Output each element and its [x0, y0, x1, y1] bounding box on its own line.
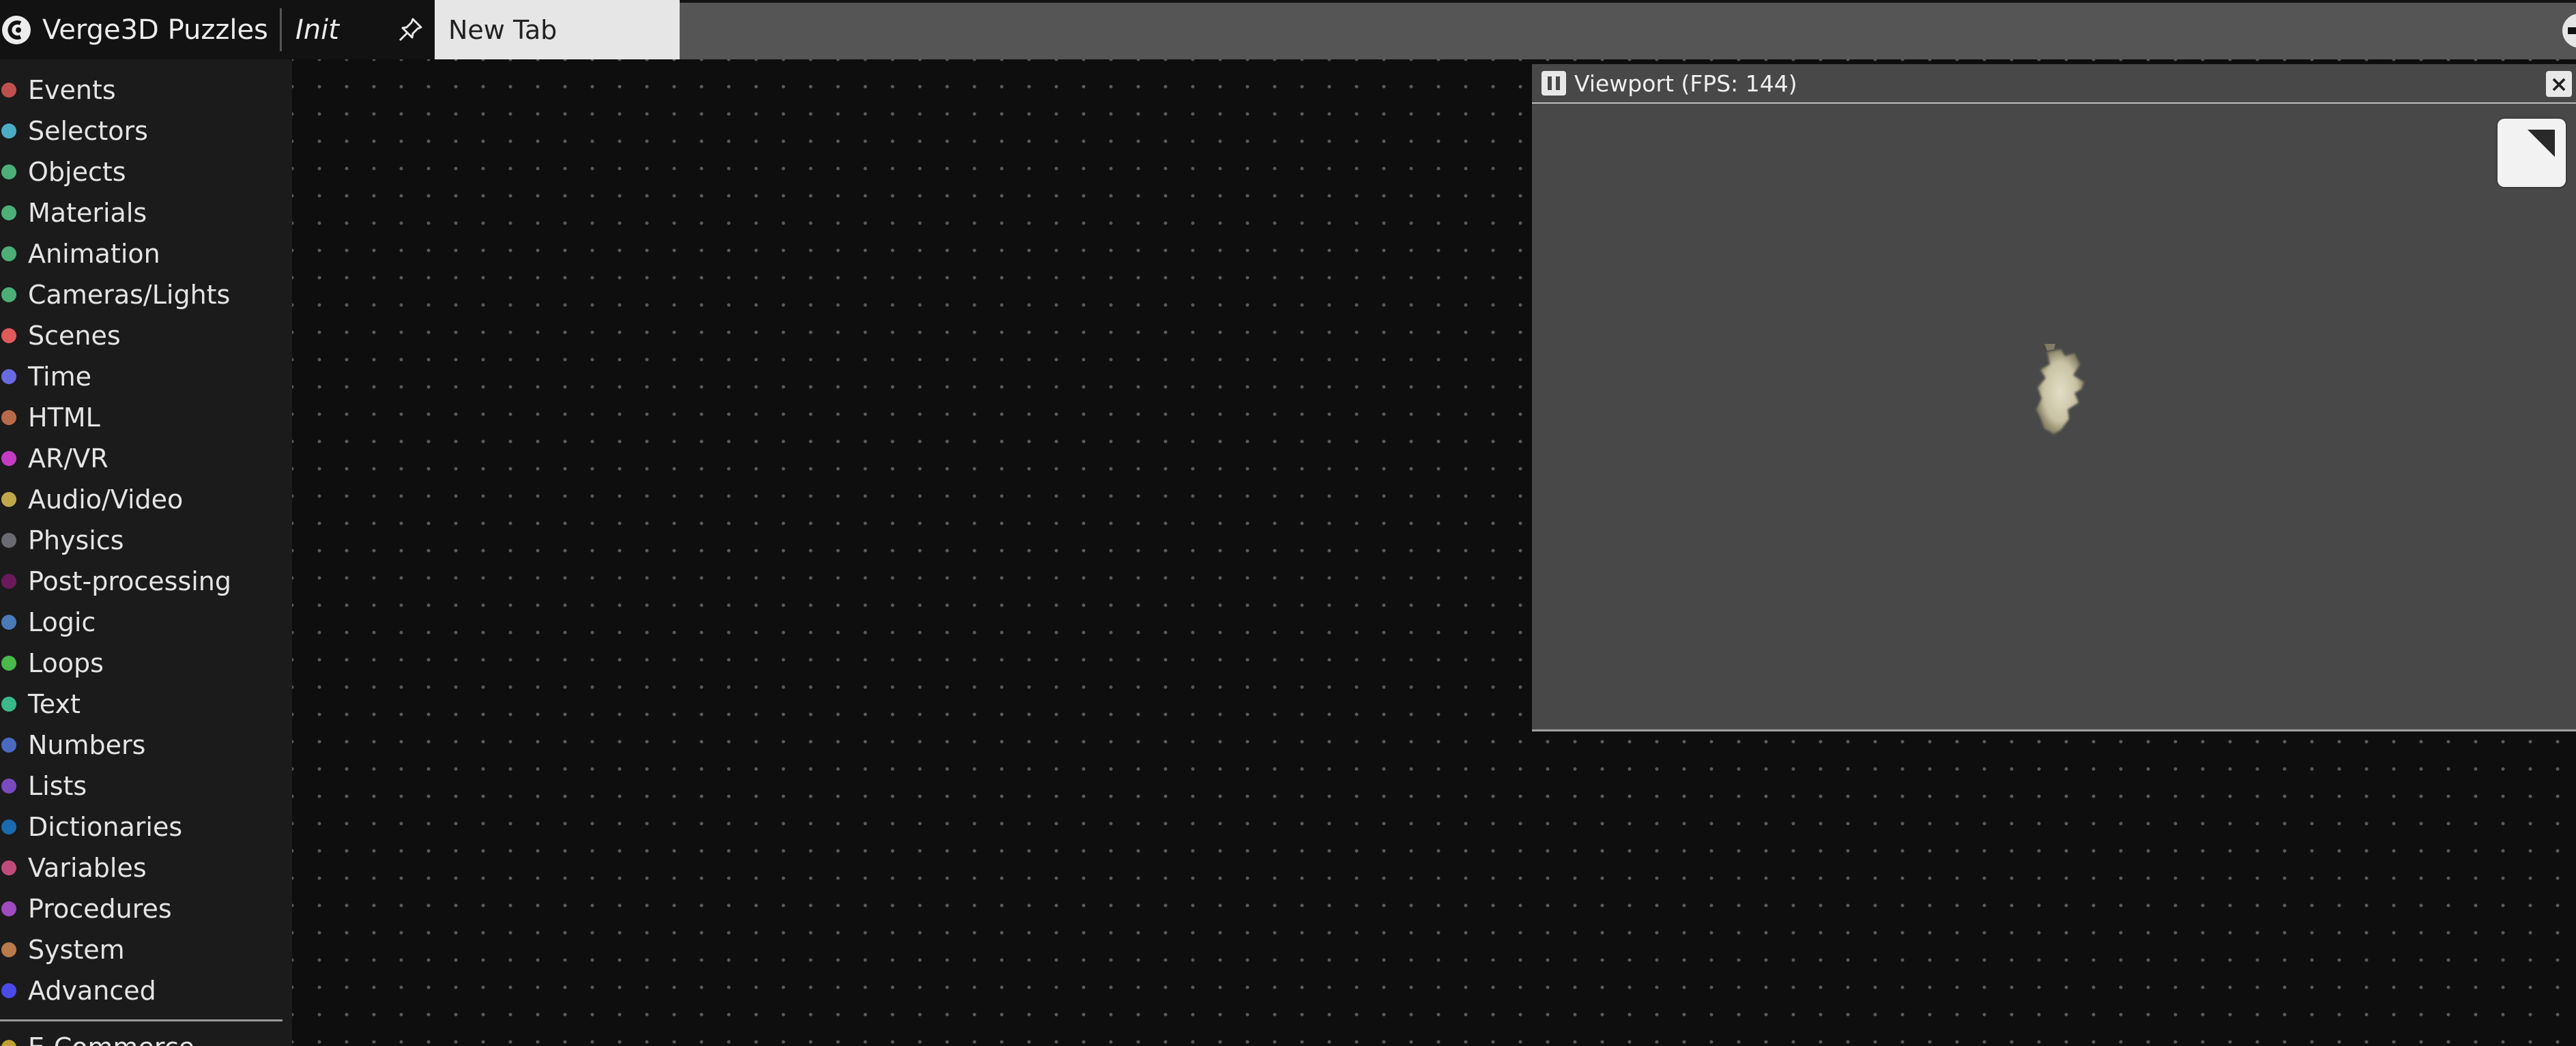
category-cameras-lights[interactable]: Cameras/Lights: [0, 274, 292, 315]
category-scenes[interactable]: Scenes: [0, 315, 292, 356]
tab-init-label: Init: [295, 14, 339, 46]
category-dot-icon: [1, 615, 16, 630]
category-dot-icon: [1, 533, 16, 548]
category-html[interactable]: HTML: [0, 397, 292, 438]
category-dot-icon: [1, 574, 16, 589]
category-label: Variables: [28, 853, 147, 883]
category-dot-icon: [1, 205, 16, 220]
3d-model: [2036, 344, 2084, 434]
verge3d-logo-icon: [2, 15, 31, 44]
category-variables[interactable]: Variables: [0, 847, 292, 888]
category-dot-icon: [1, 83, 16, 98]
category-dot-icon: [1, 983, 16, 998]
category-label: Dictionaries: [28, 812, 183, 842]
category-lists[interactable]: Lists: [0, 766, 292, 807]
viewport-header[interactable]: Viewport (FPS: 144) ×: [1532, 64, 2576, 104]
category-dot-icon: [1, 738, 16, 753]
tab-init[interactable]: Init: [282, 0, 435, 59]
category-loops[interactable]: Loops: [0, 643, 292, 684]
category-dot-icon: [1, 451, 16, 466]
app-title: Verge3D Puzzles: [42, 14, 268, 46]
category-audio-video[interactable]: Audio/Video: [0, 479, 292, 520]
close-icon[interactable]: ×: [2546, 71, 2572, 97]
category-label: System: [28, 935, 125, 965]
category-label: E-Commerce: [28, 1032, 194, 1046]
category-label: Scenes: [28, 321, 121, 351]
app-brand[interactable]: Verge3D Puzzles: [0, 0, 280, 59]
category-dot-icon: [1, 492, 16, 507]
category-selectors[interactable]: Selectors: [0, 111, 292, 151]
category-physics[interactable]: Physics: [0, 520, 292, 561]
viewport-panel[interactable]: Viewport (FPS: 144) ×: [1532, 64, 2576, 731]
category-advanced[interactable]: Advanced: [0, 970, 292, 1011]
category-label: Time: [28, 362, 91, 392]
category-label: Loops: [28, 648, 104, 678]
category-label: Lists: [28, 771, 87, 801]
category-procedures[interactable]: Procedures: [0, 888, 292, 929]
category-label: Selectors: [28, 116, 148, 146]
category-label: Numbers: [28, 730, 146, 760]
category-dot-icon: [1, 860, 16, 875]
toolbox-sidebar: Events Selectors Objects Materials Animation…: [0, 59, 292, 1046]
category-dot-icon: [1, 697, 16, 712]
category-label: Advanced: [28, 976, 156, 1006]
category-objects[interactable]: Objects: [0, 151, 292, 192]
category-dictionaries[interactable]: Dictionaries: [0, 807, 292, 847]
category-system[interactable]: System: [0, 929, 292, 970]
category-dot-icon: [1, 246, 16, 261]
category-materials[interactable]: Materials: [0, 192, 292, 233]
category-label: Logic: [28, 607, 96, 637]
category-label: Materials: [28, 198, 147, 228]
category-dot-icon: [1, 287, 16, 302]
category-dot-icon: [1, 410, 16, 425]
category-list: Events Selectors Objects Materials Animation…: [0, 59, 292, 1011]
tab-bar-empty: [680, 3, 2576, 59]
category-label: HTML: [28, 403, 100, 433]
category-e-commerce[interactable]: E-Commerce: [0, 1027, 292, 1046]
category-label: Objects: [28, 157, 126, 187]
viewport-title: Viewport (FPS: 144): [1574, 70, 1797, 97]
pin-icon[interactable]: [395, 15, 425, 45]
category-label: Physics: [28, 525, 124, 555]
category-post-processing[interactable]: Post-processing: [0, 561, 292, 602]
category-dot-icon: [1, 124, 16, 139]
category-dot-icon: [1, 656, 16, 671]
tab-new-tab-label: New Tab: [448, 14, 558, 45]
category-dot-icon: [1, 328, 16, 343]
category-dot-icon: [1, 819, 16, 834]
category-events[interactable]: Events: [0, 70, 292, 111]
category-label: Audio/Video: [28, 484, 184, 514]
category-label: Events: [28, 75, 116, 105]
category-label: Animation: [28, 239, 160, 269]
category-dot-icon: [1, 164, 16, 179]
top-bar: Verge3D Puzzles Init New Tab: [0, 0, 2576, 59]
category-time[interactable]: Time: [0, 356, 292, 397]
category-animation[interactable]: Animation: [0, 233, 292, 274]
category-label: AR/VR: [28, 444, 108, 474]
category-label: Post-processing: [28, 566, 232, 596]
category-dot-icon: [1, 779, 16, 794]
category-logic[interactable]: Logic: [0, 602, 292, 643]
tab-new-tab[interactable]: New Tab: [435, 0, 680, 59]
category-dot-icon: [1, 369, 16, 384]
category-text[interactable]: Text: [0, 684, 292, 725]
category-label: Procedures: [28, 894, 172, 924]
category-dot-icon: [1, 942, 16, 957]
sidebar-divider: [0, 1019, 283, 1021]
category-dot-icon: [1, 901, 16, 916]
category-dot-icon: [1, 1040, 16, 1046]
category-label: Text: [28, 689, 81, 719]
fullscreen-icon[interactable]: [2498, 119, 2566, 187]
category-ar-vr[interactable]: AR/VR: [0, 438, 292, 479]
category-numbers[interactable]: Numbers: [0, 725, 292, 766]
category-label: Cameras/Lights: [28, 280, 231, 310]
pause-icon[interactable]: [1542, 71, 1566, 96]
